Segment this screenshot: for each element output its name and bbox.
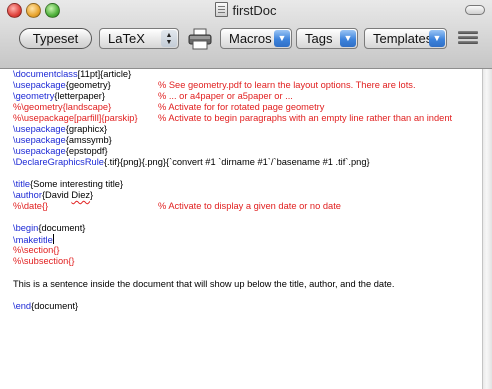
editor-line: %\usepackage[parfill]{parskip}: [13, 113, 138, 123]
editor-line: \title{Some interesting title}: [13, 179, 124, 189]
window-title: firstDoc: [232, 3, 277, 18]
typeset-button[interactable]: Typeset: [19, 28, 92, 49]
editor-line: %\subsection{}: [13, 256, 75, 266]
text-cursor: [52, 234, 54, 244]
printer-icon[interactable]: [188, 28, 212, 50]
tags-menu[interactable]: Tags ▼: [296, 28, 358, 49]
editor-comment: % See geometry.pdf to learn the layout o…: [158, 80, 416, 90]
editor-line: \usepackage{epstopdf}: [13, 146, 108, 156]
window-title-area: firstDoc: [0, 2, 492, 18]
tags-label: Tags: [305, 31, 333, 46]
editor-line: %\date{}: [13, 201, 49, 211]
editor-line: This is a sentence inside the document t…: [13, 279, 395, 289]
editor-line: \author{David Diez}: [13, 190, 94, 200]
editor-line: %\geometry{landscape}: [13, 102, 112, 112]
editor-line: \usepackage{geometry}: [13, 80, 111, 90]
engine-select-value: LaTeX: [108, 31, 145, 46]
editor-line: \geometry{letterpaper}: [13, 91, 105, 101]
editor-line: \DeclareGraphicsRule{.tif}{png}{.png}{`c…: [13, 157, 370, 167]
vertical-scrollbar[interactable]: [482, 69, 492, 389]
chevron-down-icon: ▼: [340, 30, 356, 47]
macros-label: Macros: [229, 31, 272, 46]
templates-label: Templates: [373, 31, 433, 46]
up-down-arrows-icon: ▲ ▼: [161, 30, 177, 47]
editor-line: \usepackage{graphicx}: [13, 124, 108, 134]
editor-comment: % Activate to display a given date or no…: [158, 201, 341, 211]
editor-comment: % Activate for for rotated page geometry: [158, 102, 325, 112]
document-window: firstDoc Typeset LaTeX ▲ ▼ Macros ▼ Tags …: [0, 0, 492, 389]
source-editor[interactable]: \documentclass[11pt]{article} \usepackag…: [0, 69, 482, 389]
editor-line: \end{document}: [13, 301, 79, 311]
editor-comment: % ... or a4paper or a5paper or ...: [158, 91, 293, 101]
engine-select[interactable]: LaTeX ▲ ▼: [99, 28, 179, 49]
title-bar[interactable]: firstDoc Typeset LaTeX ▲ ▼ Macros ▼ Tags …: [0, 0, 492, 69]
editor-line: \documentclass[11pt]{article}: [13, 69, 132, 79]
editor-comment: % Activate to begin paragraphs with an e…: [158, 113, 453, 123]
list-lines-icon[interactable]: [458, 31, 478, 49]
toolbar-toggle-icon[interactable]: [465, 5, 485, 15]
chevron-down-icon: ▼: [429, 30, 445, 47]
templates-menu[interactable]: Templates ▼: [364, 28, 447, 49]
misspelled-word: Diez: [71, 190, 91, 200]
editor-line: \begin{document}: [13, 223, 86, 233]
editor-line: \usepackage{amssymb}: [13, 135, 112, 145]
macros-menu[interactable]: Macros ▼: [220, 28, 292, 49]
editor-line: %\section{}: [13, 245, 60, 255]
document-icon: [215, 2, 229, 17]
chevron-down-icon: ▼: [274, 30, 290, 47]
